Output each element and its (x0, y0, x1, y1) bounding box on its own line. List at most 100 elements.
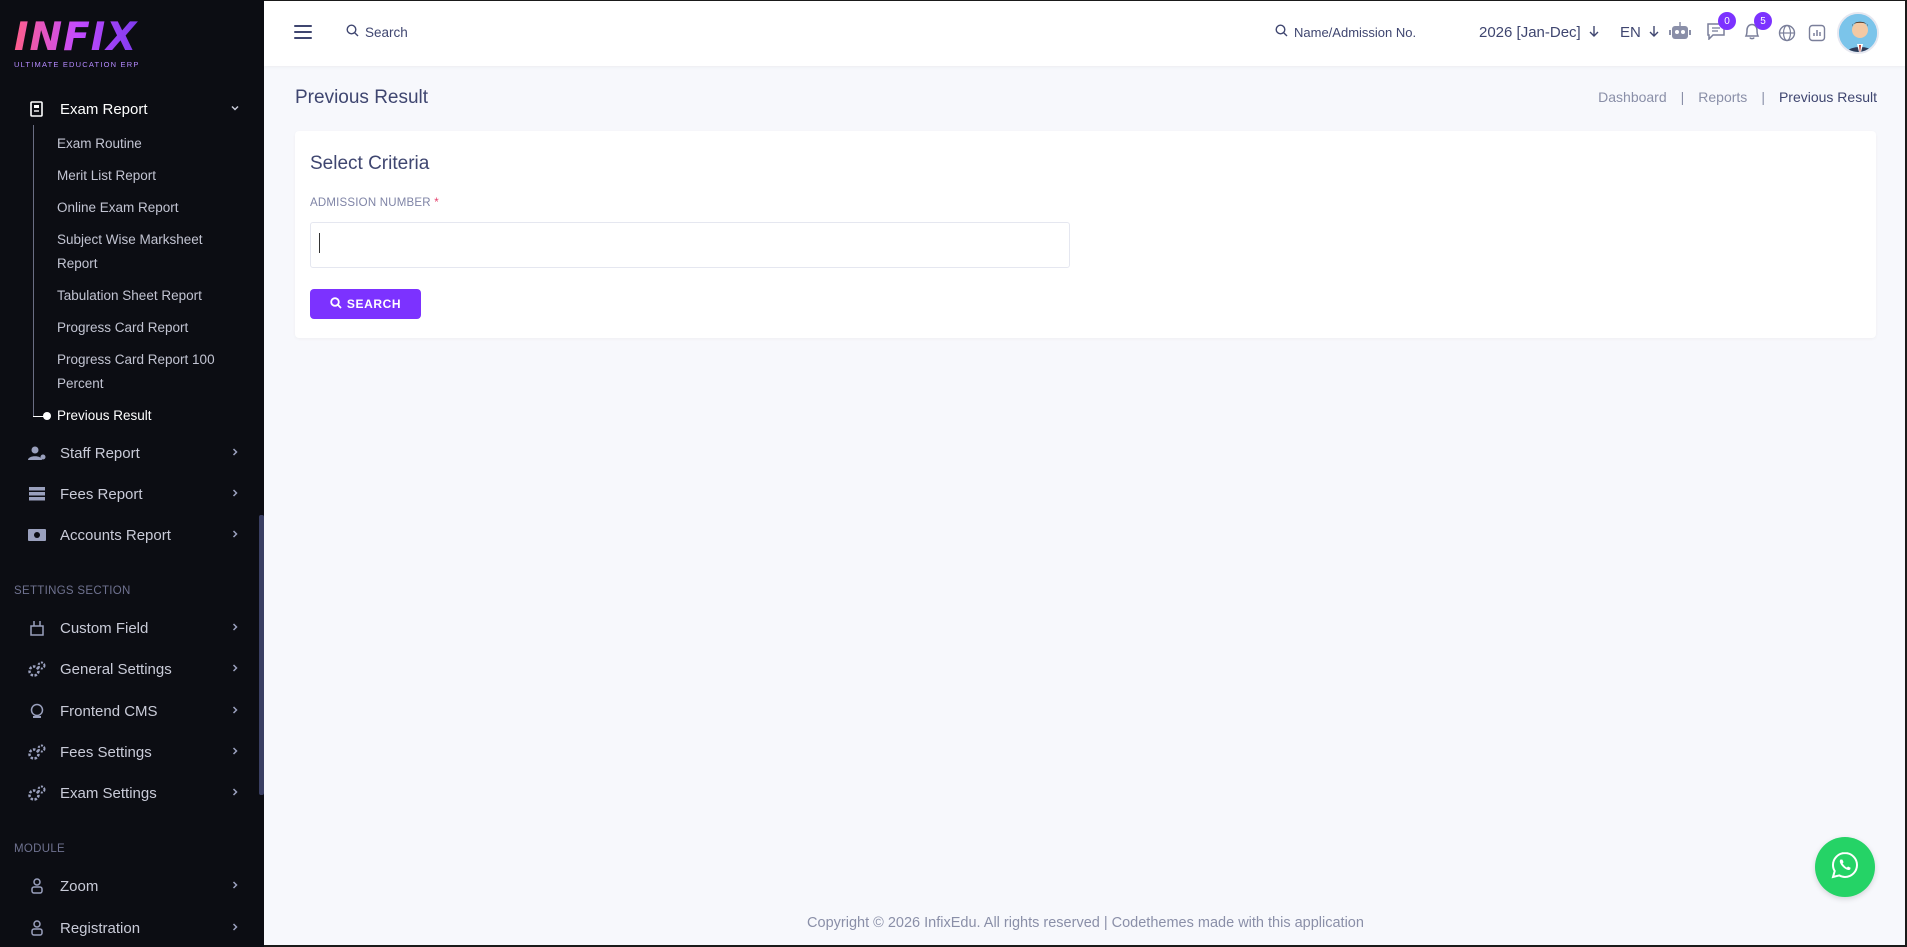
robot-icon[interactable] (1669, 21, 1691, 43)
logo[interactable]: INFIX ULTIMATE EDUCATION ERP (14, 18, 140, 70)
submenu-online-exam-report[interactable]: Online Exam Report (57, 196, 247, 220)
sidebar-item-label: Accounts Report (60, 526, 171, 544)
sidebar-item-staff-report[interactable]: Staff Report (0, 436, 264, 470)
logo-title: INFIX (14, 18, 140, 58)
sidebar-scrollbar[interactable] (259, 515, 264, 795)
messages-count-badge: 0 (1718, 12, 1736, 30)
chevron-right-icon (230, 745, 240, 759)
chevron-right-icon (230, 879, 240, 893)
whatsapp-icon (1830, 850, 1860, 885)
chevron-down-icon (230, 102, 240, 116)
submenu-exam-routine[interactable]: Exam Routine (57, 132, 247, 156)
sidebar-item-fees-report[interactable]: Fees Report (0, 477, 264, 511)
topbar: Search Name/Admission No. 2026 [Jan-Dec]… (264, 0, 1907, 66)
sidebar-item-label: Registration (60, 919, 141, 937)
sidebar: INFIX ULTIMATE EDUCATION ERP Exam Report… (0, 0, 264, 947)
student-search[interactable]: Name/Admission No. (1275, 24, 1416, 40)
chevron-right-icon (230, 621, 240, 635)
dashboard-chart-icon[interactable] (1806, 22, 1828, 44)
breadcrumb-reports[interactable]: Reports (1698, 89, 1747, 105)
sidebar-item-general-settings[interactable]: General Settings (0, 652, 264, 686)
text-caret (319, 233, 320, 253)
footer-copyright: Copyright © 2026 InfixEdu. All rights re… (807, 915, 1364, 931)
chevron-right-icon (230, 662, 240, 676)
arrow-down-icon (1649, 24, 1659, 41)
submenu-progress-card-report-100[interactable]: Progress Card Report 100 (57, 348, 247, 372)
submenu-merit-list-report[interactable]: Merit List Report (57, 164, 247, 188)
breadcrumb-current: Previous Result (1778, 89, 1877, 105)
search-icon (330, 296, 342, 312)
chevron-right-icon (230, 786, 240, 800)
submenu-guide-line (33, 125, 34, 417)
global-search[interactable]: Search (346, 24, 408, 40)
globe-icon[interactable] (1776, 22, 1798, 44)
sidebar-item-label: Exam Settings (60, 784, 157, 802)
logo-subtitle: ULTIMATE EDUCATION ERP (14, 60, 140, 69)
whatsapp-button[interactable] (1815, 837, 1875, 897)
admission-number-label: ADMISSION NUMBER * (310, 197, 439, 209)
chevron-right-icon (230, 704, 240, 718)
window-border-top (264, 0, 1907, 1)
admission-number-input[interactable] (310, 222, 1070, 268)
user-avatar[interactable] (1837, 12, 1879, 54)
required-mark: * (434, 197, 439, 209)
sidebar-item-label: General Settings (60, 660, 172, 678)
active-dot-icon (43, 412, 51, 420)
session-selector[interactable]: 2026 [Jan-Dec] (1479, 24, 1599, 41)
search-icon (1275, 24, 1288, 40)
sidebar-item-registration[interactable]: Registration (0, 911, 264, 945)
breadcrumb-dashboard[interactable]: Dashboard (1598, 89, 1667, 105)
breadcrumb-separator: | (1680, 89, 1685, 105)
breadcrumb-separator: | (1761, 89, 1765, 105)
global-search-label: Search (365, 24, 408, 40)
sidebar-item-exam-settings[interactable]: Exam Settings (0, 776, 264, 810)
sidebar-item-frontend-cms[interactable]: Frontend CMS (0, 694, 264, 728)
search-button[interactable]: SEARCH (310, 289, 421, 319)
sidebar-item-custom-field[interactable]: Custom Field (0, 611, 264, 645)
sidebar-item-exam-report[interactable]: Exam Report (0, 92, 264, 126)
arrow-down-icon (1589, 24, 1599, 41)
breadcrumb: Dashboard | Reports | Previous Result (1598, 89, 1877, 105)
criteria-title: Select Criteria (310, 153, 430, 174)
sidebar-item-label: Zoom (60, 877, 99, 895)
language-selector[interactable]: EN (1620, 24, 1659, 41)
document-icon (28, 100, 46, 118)
stack-icon (28, 485, 46, 503)
submenu-tabulation-sheet-report[interactable]: Tabulation Sheet Report (57, 284, 247, 308)
sidebar-item-zoom[interactable]: Zoom (0, 869, 264, 903)
settings-section-title: SETTINGS SECTION (14, 585, 131, 597)
person-icon (28, 919, 46, 937)
gears-icon (28, 784, 46, 802)
sidebar-item-label: Custom Field (60, 619, 149, 637)
sidebar-item-fees-settings[interactable]: Fees Settings (0, 735, 264, 769)
cms-icon (28, 702, 46, 720)
submenu-progress-card-report-100-line2[interactable]: Percent (57, 372, 247, 396)
gears-icon (28, 743, 46, 761)
notifications-button[interactable]: 5 (1741, 12, 1772, 44)
sidebar-item-label: Frontend CMS (60, 702, 158, 720)
language-value: EN (1620, 24, 1641, 41)
hamburger-menu-icon[interactable] (294, 25, 312, 39)
submenu-subject-wise-marksheet-line2[interactable]: Report (57, 252, 247, 276)
messages-button[interactable]: 0 (1705, 12, 1736, 44)
notifications-count-badge: 5 (1754, 12, 1772, 30)
session-value: 2026 [Jan-Dec] (1479, 24, 1581, 41)
search-icon (346, 24, 359, 40)
submenu-previous-result[interactable]: Previous Result (57, 404, 247, 428)
sidebar-item-label: Staff Report (60, 444, 140, 462)
submenu-progress-card-report[interactable]: Progress Card Report (57, 316, 247, 340)
chevron-right-icon (230, 487, 240, 501)
money-icon (28, 526, 46, 544)
student-search-label: Name/Admission No. (1294, 24, 1417, 40)
sidebar-item-label: Exam Report (60, 100, 148, 118)
admission-number-label-text: ADMISSION NUMBER (310, 197, 431, 209)
page-title: Previous Result (295, 87, 429, 108)
module-section-title: MODULE (14, 843, 66, 855)
chevron-right-icon (230, 921, 240, 935)
person-icon (28, 877, 46, 895)
chevron-right-icon (230, 446, 240, 460)
sidebar-item-accounts-report[interactable]: Accounts Report (0, 518, 264, 552)
search-button-label: SEARCH (346, 297, 402, 311)
form-icon (28, 619, 46, 637)
submenu-subject-wise-marksheet[interactable]: Subject Wise Marksheet (57, 228, 247, 252)
